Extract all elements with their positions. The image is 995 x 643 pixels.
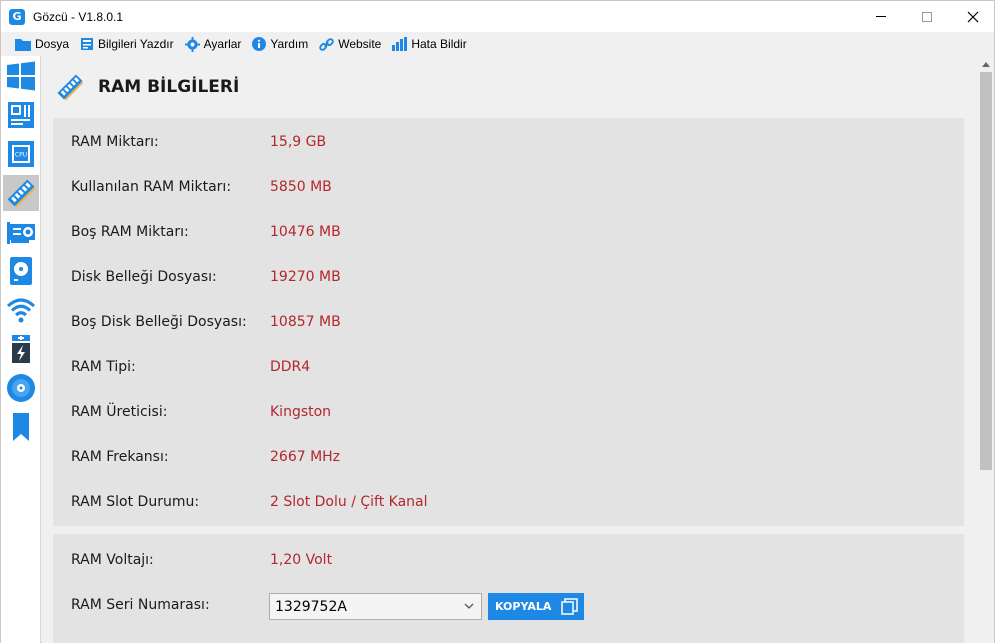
info-label: Boş Disk Belleği Dosyası: <box>71 314 247 330</box>
page-title: RAM BİLGİLERİ <box>98 77 240 97</box>
info-value: 5850 MB <box>270 179 332 195</box>
menu-website[interactable]: Website <box>315 33 385 55</box>
maximize-icon <box>922 11 932 22</box>
windows-icon <box>7 61 35 91</box>
folder-icon <box>15 39 31 51</box>
window-title: Gözcü - V1.8.0.1 <box>33 9 124 24</box>
sidebar-item-bookmark[interactable] <box>3 409 39 445</box>
menu-dosya[interactable]: Dosya <box>11 33 73 55</box>
info-value: 2667 MHz <box>270 449 341 465</box>
info-row: Disk Belleği Dosyası: 19270 MB <box>71 267 341 287</box>
close-icon <box>967 11 979 22</box>
motherboard-icon <box>8 102 34 128</box>
sidebar-item-cpu[interactable]: CPU <box>3 136 39 172</box>
info-label: Boş RAM Miktarı: <box>71 224 189 240</box>
sidebar-item-disk[interactable] <box>3 253 39 289</box>
voltage-row: RAM Voltajı: 1,20 Volt <box>71 550 332 570</box>
sidebar-item-motherboard[interactable] <box>3 97 39 133</box>
vertical-scrollbar[interactable] <box>978 56 994 643</box>
info-row: Boş Disk Belleği Dosyası: 10857 MB <box>71 312 341 332</box>
serial-label: RAM Seri Numarası: <box>71 597 210 613</box>
info-row: Boş RAM Miktarı: 10476 MB <box>71 222 341 242</box>
info-label: RAM Tipi: <box>71 359 136 375</box>
info-value: 2 Slot Dolu / Çift Kanal <box>270 494 428 510</box>
info-row: RAM Frekansı: 2667 MHz <box>71 447 340 467</box>
info-label: RAM Üreticisi: <box>71 404 168 420</box>
app-logo-icon: G <box>9 8 25 25</box>
app-window: G Gözcü - V1.8.0.1 Dosya Bilgileri Yazdı… <box>0 0 995 643</box>
sidebar-item-disc[interactable] <box>3 370 39 406</box>
sidebar-item-ram[interactable] <box>3 175 39 211</box>
serial-row: RAM Seri Numarası: <box>71 595 270 615</box>
title-bar[interactable]: G Gözcü - V1.8.0.1 <box>1 1 994 32</box>
page-header: RAM BİLGİLERİ <box>56 70 239 104</box>
minimize-icon <box>876 16 886 17</box>
battery-icon <box>12 335 30 363</box>
info-value: 15,9 GB <box>270 134 327 150</box>
category-sidebar: CPU <box>1 56 41 643</box>
scrollbar-thumb[interactable] <box>980 72 992 470</box>
info-icon <box>252 37 267 51</box>
copy-button[interactable]: KOPYALA <box>488 593 584 620</box>
print-icon <box>81 38 94 50</box>
ram-detail-panel: RAM Voltajı: 1,20 Volt RAM Seri Numarası:… <box>53 534 964 643</box>
info-label: Disk Belleği Dosyası: <box>71 269 217 285</box>
maximize-button[interactable] <box>904 1 950 32</box>
serial-number-value: 1329752A <box>275 598 347 615</box>
scroll-up-button[interactable] <box>978 56 994 72</box>
menu-hata-bildir[interactable]: Hata Bildir <box>388 33 470 55</box>
info-label: RAM Slot Durumu: <box>71 494 200 510</box>
copy-icon <box>561 598 578 615</box>
copy-button-label: KOPYALA <box>495 600 552 613</box>
info-label: RAM Frekansı: <box>71 449 169 465</box>
info-row: RAM Miktarı: 15,9 GB <box>71 132 326 152</box>
serial-number-select[interactable]: 1329752A <box>269 593 482 620</box>
disk-icon <box>10 257 32 285</box>
voltage-label: RAM Voltajı: <box>71 552 154 568</box>
info-value: 10476 MB <box>270 224 341 240</box>
disc-icon <box>7 374 35 402</box>
menu-ayarlar[interactable]: Ayarlar <box>181 33 246 55</box>
chevron-up-icon <box>982 62 990 67</box>
info-value: Kingston <box>270 404 332 420</box>
main-content: RAM BİLGİLERİ RAM Miktarı: 15,9 GB Kullan… <box>42 56 978 643</box>
menu-bar: Dosya Bilgileri Yazdır Ayarlar Yardım We… <box>1 32 994 56</box>
info-value: DDR4 <box>270 359 311 375</box>
info-label: Kullanılan RAM Miktarı: <box>71 179 232 195</box>
info-row: RAM Slot Durumu: 2 Slot Dolu / Çift Kanal <box>71 492 428 512</box>
sidebar-item-windows[interactable] <box>3 58 39 94</box>
sidebar-item-battery[interactable] <box>3 331 39 367</box>
sidebar-item-network[interactable] <box>3 292 39 328</box>
info-value: 19270 MB <box>270 269 341 285</box>
menu-bilgileri-yazdir[interactable]: Bilgileri Yazdır <box>76 33 178 55</box>
info-row: RAM Üreticisi: Kingston <box>71 402 331 422</box>
bookmark-icon <box>13 413 29 441</box>
gpu-icon <box>7 222 35 244</box>
minimize-button[interactable] <box>858 1 904 32</box>
ram-info-panel: RAM Miktarı: 15,9 GB Kullanılan RAM Mikta… <box>53 118 964 526</box>
sidebar-item-gpu[interactable] <box>3 214 39 250</box>
wifi-icon <box>6 298 36 323</box>
menu-yardim[interactable]: Yardım <box>248 33 312 55</box>
voltage-value: 1,20 Volt <box>270 552 333 568</box>
info-label: RAM Miktarı: <box>71 134 159 150</box>
bar-chart-icon <box>392 37 408 51</box>
ram-header-icon <box>57 74 84 101</box>
gear-icon <box>184 36 200 52</box>
info-row: Kullanılan RAM Miktarı: 5850 MB <box>71 177 332 197</box>
ram-icon <box>7 179 36 208</box>
info-row: RAM Tipi: DDR4 <box>71 357 310 377</box>
cpu-icon-label: CPU <box>15 152 27 159</box>
cpu-icon: CPU <box>8 141 34 167</box>
link-icon <box>319 37 334 51</box>
info-value: 10857 MB <box>270 314 341 330</box>
close-button[interactable] <box>950 1 995 32</box>
chevron-down-icon <box>464 603 474 609</box>
